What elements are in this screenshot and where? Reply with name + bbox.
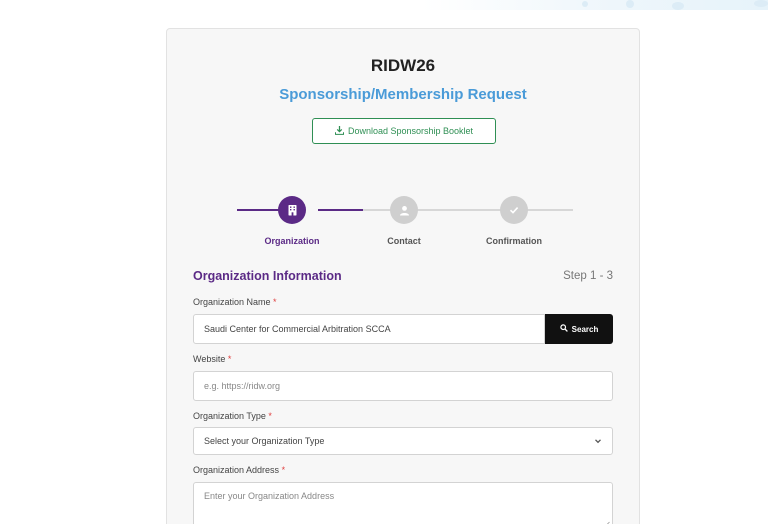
search-button[interactable]: Search bbox=[545, 314, 613, 344]
decorative-dot bbox=[672, 2, 684, 10]
org-address-label-text: Organization Address bbox=[193, 465, 280, 475]
stepper-line-active bbox=[318, 209, 363, 211]
step-confirmation-label: Confirmation bbox=[486, 236, 542, 246]
step-contact-circle[interactable] bbox=[390, 196, 418, 224]
search-icon bbox=[559, 324, 568, 334]
required-marker: * bbox=[225, 354, 232, 364]
step-count: Step 1 - 3 bbox=[563, 270, 613, 282]
org-name-value: Saudi Center for Commercial Arbitration … bbox=[204, 324, 391, 334]
org-type-selected-value: Select your Organization Type bbox=[204, 436, 325, 446]
website-input[interactable]: e.g. https://ridw.org bbox=[193, 371, 613, 401]
org-name-input[interactable]: Saudi Center for Commercial Arbitration … bbox=[193, 314, 545, 344]
website-label-text: Website bbox=[193, 354, 226, 364]
download-icon bbox=[334, 125, 345, 137]
required-marker: * bbox=[265, 411, 272, 421]
org-address-textarea[interactable]: Enter your Organization Address bbox=[193, 482, 613, 524]
step-organization-circle[interactable] bbox=[278, 196, 306, 224]
request-form-card: RIDW26 Sponsorship/Membership Request Do… bbox=[166, 28, 640, 524]
check-icon bbox=[509, 205, 519, 215]
org-address-placeholder: Enter your Organization Address bbox=[204, 491, 335, 501]
org-name-label: Organization Name * bbox=[193, 297, 277, 307]
building-icon bbox=[287, 204, 298, 216]
download-booklet-button[interactable]: Download Sponsorship Booklet bbox=[312, 118, 496, 144]
download-booklet-label: Download Sponsorship Booklet bbox=[347, 126, 474, 136]
required-marker: * bbox=[270, 297, 277, 307]
chevron-down-icon bbox=[594, 437, 602, 447]
search-button-label: Search bbox=[571, 324, 599, 334]
user-icon bbox=[399, 205, 410, 216]
org-type-select[interactable]: Select your Organization Type bbox=[193, 427, 613, 455]
resize-handle-icon[interactable] bbox=[603, 520, 610, 524]
section-title: Organization Information bbox=[193, 269, 342, 283]
website-placeholder: e.g. https://ridw.org bbox=[204, 381, 281, 391]
decorative-dot bbox=[582, 1, 588, 7]
website-label: Website * bbox=[193, 354, 231, 364]
step-organization-label: Organization bbox=[264, 236, 320, 246]
required-marker: * bbox=[279, 465, 286, 475]
page-title: RIDW26 bbox=[370, 56, 436, 75]
org-type-label: Organization Type * bbox=[193, 411, 272, 421]
step-confirmation-circle[interactable] bbox=[500, 196, 528, 224]
step-contact-label: Contact bbox=[387, 236, 421, 246]
decorative-dot bbox=[754, 0, 768, 7]
org-name-label-text: Organization Name bbox=[193, 297, 271, 307]
top-banner-strip bbox=[0, 0, 768, 10]
page-subtitle: Sponsorship/Membership Request bbox=[279, 86, 527, 103]
decorative-dot bbox=[626, 0, 634, 8]
org-type-label-text: Organization Type bbox=[193, 411, 266, 421]
org-address-label: Organization Address * bbox=[193, 465, 285, 475]
